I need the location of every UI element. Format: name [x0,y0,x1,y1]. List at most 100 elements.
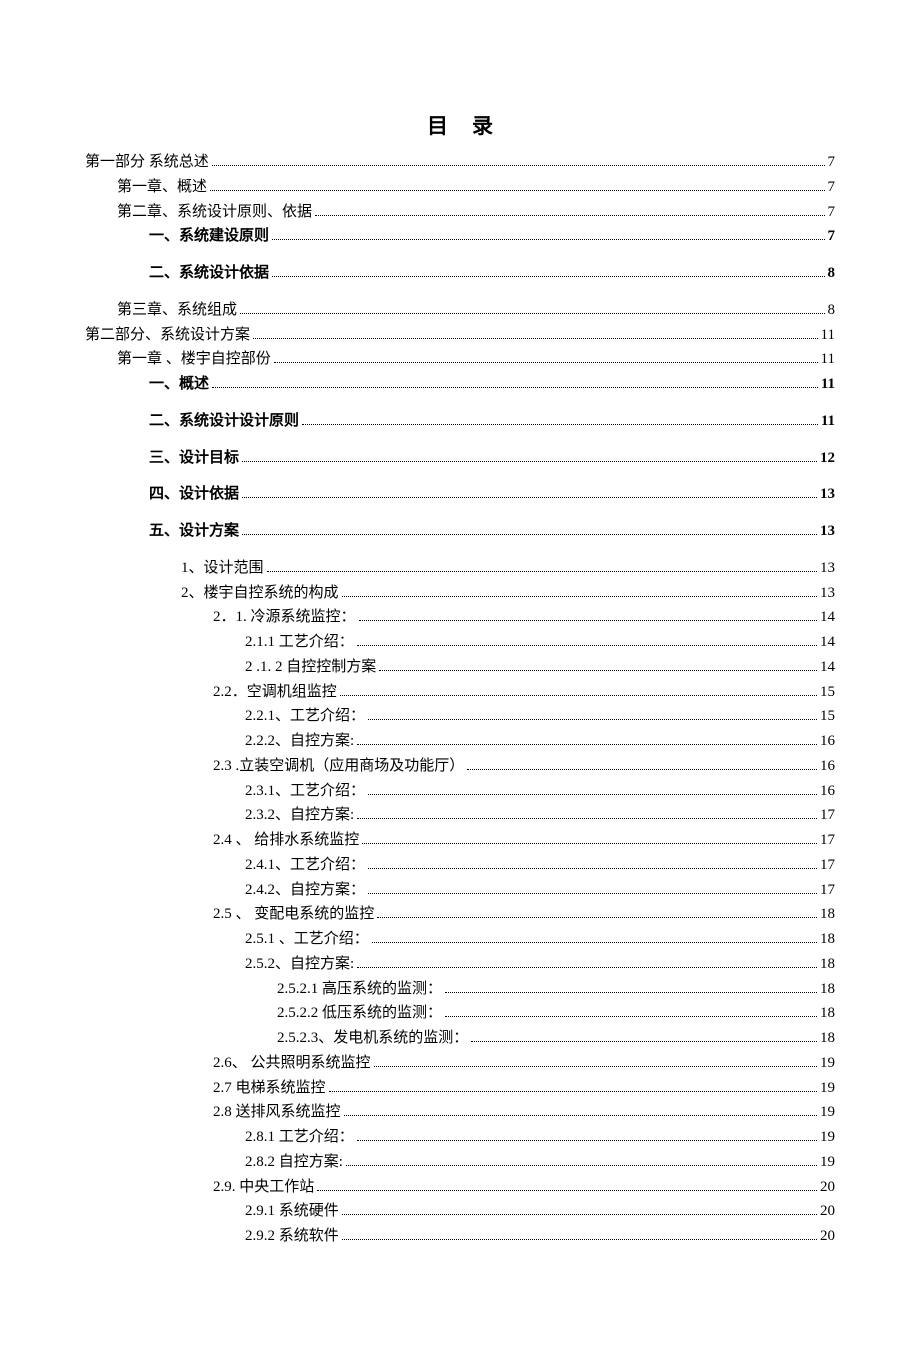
toc-leader-dots [242,534,817,535]
toc-entry: 2.8.2 自控方案: 19 [85,1150,835,1175]
toc-entry-label: 第一章 、楼宇自控部份 [117,347,271,372]
toc-entry: 2.7 电梯系统监控 19 [85,1076,835,1101]
toc-entry: 第一部分 系统总述7 [85,150,835,175]
toc-leader-dots [379,670,817,671]
toc-container: 第一部分 系统总述7第一章、概述7第二章、系统设计原则、依据7一、系统建设原则7… [85,150,835,1249]
toc-entry-page: 17 [820,803,835,828]
toc-entry-label: 2.5.2.1 高压系统的监测： [277,977,442,1002]
toc-entry: 2.9. 中央工作站 20 [85,1175,835,1200]
toc-entry-label: 2.8.2 自控方案: [245,1150,343,1175]
toc-entry: 二、系统设计设计原则11 [85,409,835,434]
toc-entry: 一、概述11 [85,372,835,397]
toc-entry-page: 11 [821,347,835,372]
toc-leader-dots [344,1115,817,1116]
toc-leader-dots [274,362,818,363]
toc-entry-page: 15 [820,704,835,729]
toc-entry-page: 20 [820,1175,835,1200]
toc-entry-page: 18 [820,902,835,927]
toc-leader-dots [357,645,817,646]
toc-entry-page: 18 [820,927,835,952]
toc-entry: 2 .1. 2 自控控制方案14 [85,655,835,680]
toc-leader-dots [445,1016,817,1017]
toc-entry-label: 2.4 、 给排水系统监控 [213,828,359,853]
toc-entry-label: 五、设计方案 [149,519,239,544]
toc-entry-page: 20 [820,1199,835,1224]
toc-entry-page: 14 [820,630,835,655]
toc-entry-label: 2.4.1、工艺介绍： [245,853,365,878]
toc-entry-label: 2.5 、 变配电系统的监控 [213,902,374,927]
toc-entry-page: 20 [820,1224,835,1249]
toc-entry-label: 三、设计目标 [149,446,239,471]
toc-leader-dots [317,1190,817,1191]
toc-entry-label: 2.7 电梯系统监控 [213,1076,326,1101]
toc-entry: 一、系统建设原则7 [85,224,835,249]
toc-entry-label: 2.8 送排风系统监控 [213,1100,341,1125]
toc-leader-dots [357,744,817,745]
toc-entry-page: 19 [820,1076,835,1101]
toc-entry-page: 7 [828,200,836,225]
toc-leader-dots [212,165,825,166]
toc-entry-page: 18 [820,952,835,977]
toc-entry-label: 2.2．空调机组监控 [213,680,337,705]
toc-entry: 2.9.2 系统软件20 [85,1224,835,1249]
toc-entry-page: 19 [820,1125,835,1150]
toc-entry: 第二部分、系统设计方案11 [85,323,835,348]
toc-leader-dots [368,719,817,720]
toc-entry-label: 第一章、概述 [117,175,207,200]
toc-entry-label: 第三章、系统组成 [117,298,237,323]
toc-entry-label: 2.2.1、工艺介绍： [245,704,365,729]
toc-entry-page: 8 [828,261,836,286]
toc-entry-label: 二、系统设计依据 [149,261,269,286]
toc-entry-page: 13 [820,581,835,606]
toc-entry-page: 18 [820,1001,835,1026]
toc-entry-page: 17 [820,853,835,878]
toc-entry: 第一章、概述 7 [85,175,835,200]
toc-entry: 2.2．空调机组监控15 [85,680,835,705]
toc-entry: 2.5.2.1 高压系统的监测：18 [85,977,835,1002]
toc-entry: 2.3.1、工艺介绍：16 [85,779,835,804]
toc-entry-label: 2.9.1 系统硬件 [245,1199,339,1224]
toc-leader-dots [359,620,817,621]
toc-entry-label: 2.9. 中央工作站 [213,1175,314,1200]
toc-leader-dots [445,992,817,993]
toc-entry-page: 13 [820,482,835,507]
toc-entry: 2.5.2、自控方案: 18 [85,952,835,977]
toc-entry: 2.2.2、自控方案:16 [85,729,835,754]
toc-entry-label: 2.5.1 、工艺介绍： [245,927,369,952]
toc-entry-page: 8 [828,298,836,323]
toc-entry-label: 四、设计依据 [149,482,239,507]
toc-entry-label: 1、设计范围 [181,556,264,581]
toc-entry-label: 2、楼宇自控系统的构成 [181,581,339,606]
toc-entry-page: 7 [828,175,836,200]
toc-leader-dots [342,1214,817,1215]
toc-entry: 2.5 、 变配电系统的监控 18 [85,902,835,927]
toc-entry-page: 16 [820,754,835,779]
toc-leader-dots [302,424,818,425]
toc-leader-dots [342,596,817,597]
toc-title: 目录 [85,110,835,140]
toc-entry-page: 14 [820,605,835,630]
toc-entry-label: 第一部分 系统总述 [85,150,209,175]
toc-entry-label: 2.2.2、自控方案: [245,729,354,754]
toc-entry-page: 11 [821,323,835,348]
toc-entry-label: 2.5.2、自控方案: [245,952,354,977]
toc-entry: 2.3 .立装空调机（应用商场及功能厅）16 [85,754,835,779]
toc-leader-dots [240,313,824,314]
toc-entry-label: 2.5.2.3、发电机系统的监测： [277,1026,468,1051]
toc-leader-dots [272,276,824,277]
toc-leader-dots [272,239,824,240]
toc-entry-page: 7 [828,224,836,249]
toc-entry-label: 第二章、系统设计原则、依据 [117,200,312,225]
toc-leader-dots [315,215,824,216]
toc-entry-label: 2.5.2.2 低压系统的监测： [277,1001,442,1026]
toc-entry: 1、设计范围13 [85,556,835,581]
toc-entry: 第三章、系统组成 8 [85,298,835,323]
toc-entry: 2.6、 公共照明系统监控19 [85,1051,835,1076]
toc-entry-label: 一、概述 [149,372,209,397]
toc-entry-page: 19 [820,1150,835,1175]
toc-entry: 2.2.1、工艺介绍： 15 [85,704,835,729]
toc-leader-dots [346,1165,817,1166]
toc-entry-page: 17 [820,828,835,853]
toc-entry: 2．1. 冷源系统监控：14 [85,605,835,630]
toc-leader-dots [368,868,817,869]
